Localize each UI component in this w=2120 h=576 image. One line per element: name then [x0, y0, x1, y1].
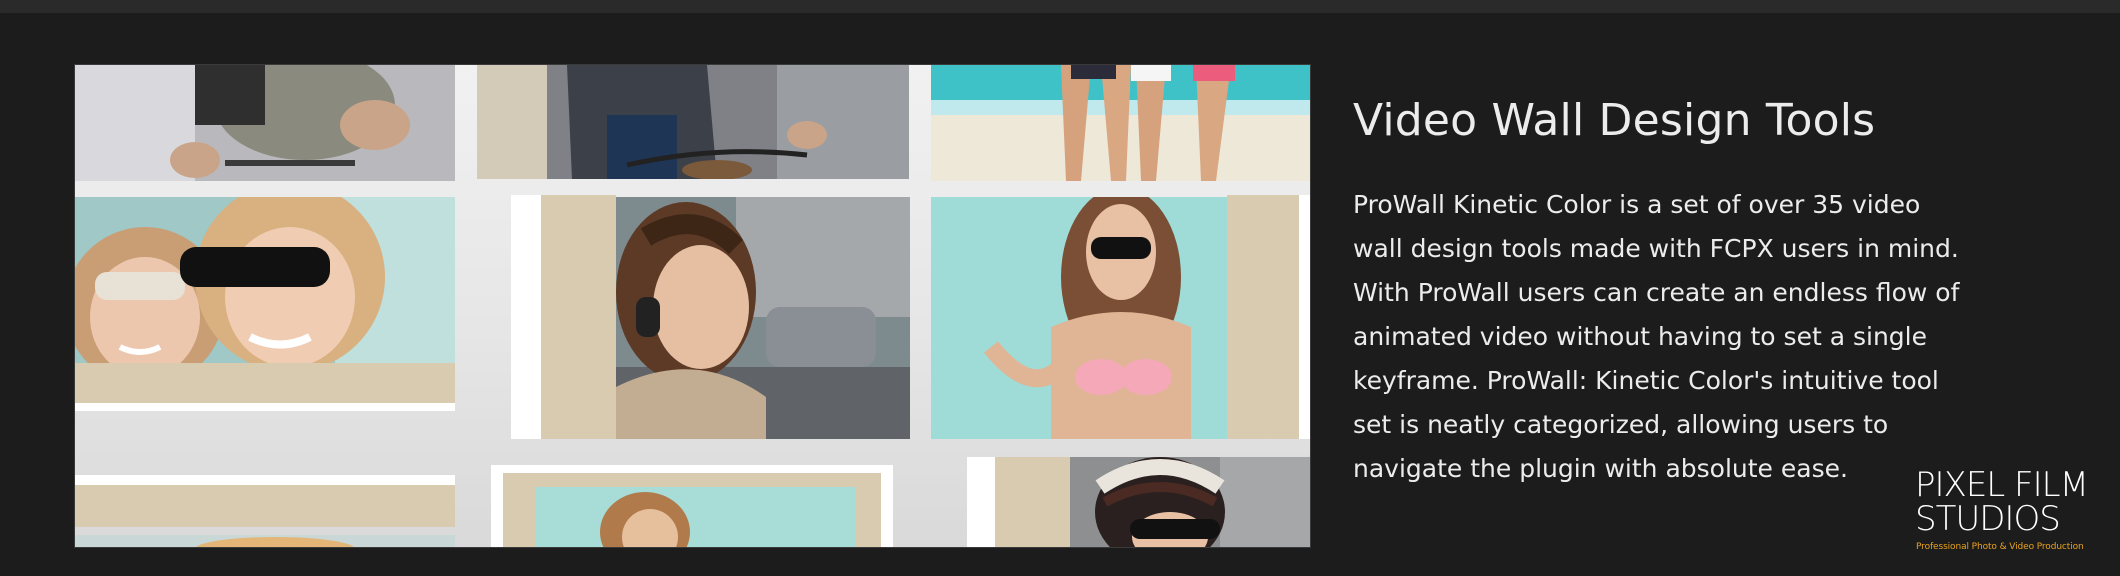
- photo-partial-bottom-left: [75, 535, 455, 547]
- photo-woman-headphones: [616, 197, 910, 439]
- photo-beach-legs: [931, 65, 1310, 181]
- section-description: ProWall Kinetic Color is a set of over 3…: [1353, 190, 1960, 483]
- photo-two-women-sunglasses: [75, 197, 455, 363]
- accent-bar-white: [75, 403, 455, 411]
- section-title: Video Wall Design Tools: [1353, 95, 1876, 146]
- frame-left: [511, 195, 541, 439]
- accent-bottom-right: [995, 457, 1070, 547]
- frame-bottom-left: [75, 475, 455, 485]
- logo-line-2: STUDIOS: [1915, 499, 2061, 539]
- photo-woman-field: [535, 487, 855, 547]
- photo-woman-bicycle: [477, 65, 909, 179]
- accent-bar-bottom: [75, 485, 455, 527]
- frame-right: [1299, 195, 1310, 439]
- photo-woman-bikini: [931, 197, 1227, 439]
- accent-bar: [75, 363, 455, 403]
- photo-cyclist: [75, 65, 455, 181]
- accent-block: [541, 195, 616, 439]
- video-wall-collage: [74, 64, 1311, 548]
- photo-woman-beanie: [1070, 457, 1310, 547]
- logo-tagline: Professional Photo & Video Production: [1916, 542, 2084, 552]
- top-strip: [0, 0, 2120, 13]
- pixel-film-studios-logo: PIXEL FILM STUDIOS Professional Photo & …: [1912, 465, 2092, 555]
- accent-block-right: [1227, 195, 1299, 439]
